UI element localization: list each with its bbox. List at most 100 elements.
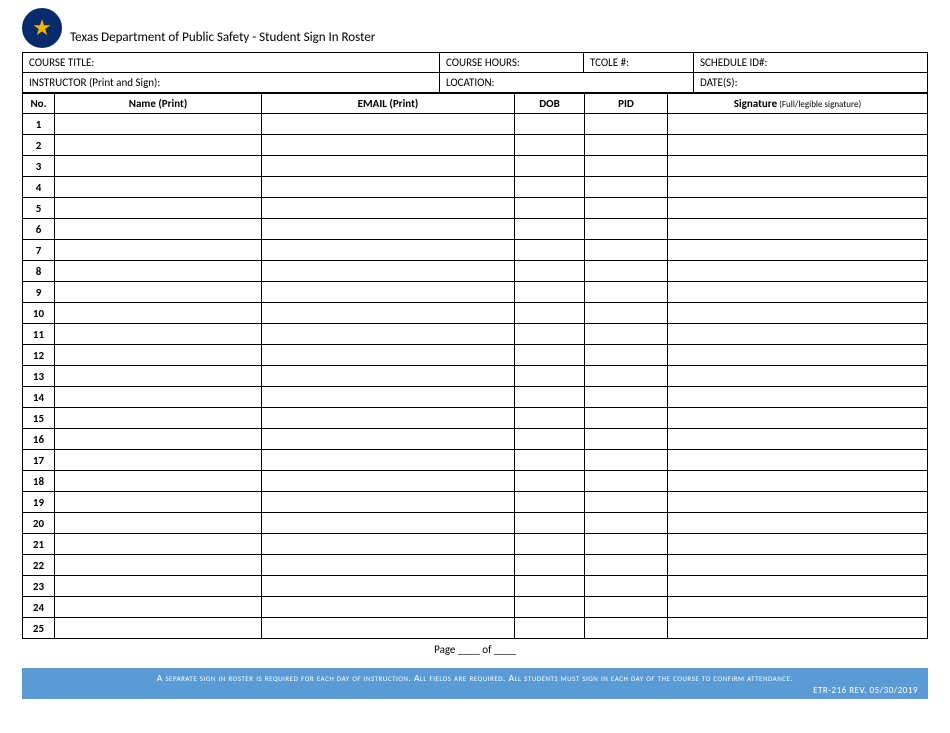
table-cell bbox=[585, 345, 668, 366]
table-cell bbox=[55, 177, 262, 198]
table-cell bbox=[55, 597, 262, 618]
table-cell bbox=[668, 597, 928, 618]
table-cell bbox=[515, 555, 585, 576]
table-cell bbox=[668, 429, 928, 450]
table-cell bbox=[262, 261, 515, 282]
signature-hint: (Full/legible signature) bbox=[777, 99, 861, 110]
table-row: 19 bbox=[23, 492, 928, 513]
location-field: LOCATION: bbox=[440, 73, 694, 93]
table-cell bbox=[585, 408, 668, 429]
table-cell bbox=[585, 555, 668, 576]
row-number: 2 bbox=[23, 135, 55, 156]
table-row: 21 bbox=[23, 534, 928, 555]
table-cell bbox=[55, 324, 262, 345]
table-cell bbox=[262, 303, 515, 324]
table-cell bbox=[55, 261, 262, 282]
table-cell bbox=[262, 492, 515, 513]
row-number: 21 bbox=[23, 534, 55, 555]
footer-notice-text: A separate sign in roster is required fo… bbox=[157, 672, 794, 684]
table-cell bbox=[585, 303, 668, 324]
table-cell bbox=[55, 429, 262, 450]
table-cell bbox=[55, 114, 262, 135]
table-cell bbox=[668, 156, 928, 177]
table-cell bbox=[668, 366, 928, 387]
table-cell bbox=[585, 387, 668, 408]
table-cell bbox=[515, 345, 585, 366]
footer-notice-bar: A separate sign in roster is required fo… bbox=[22, 668, 928, 699]
table-cell bbox=[262, 114, 515, 135]
row-number: 1 bbox=[23, 114, 55, 135]
table-row: 15 bbox=[23, 408, 928, 429]
table-cell bbox=[668, 513, 928, 534]
table-cell bbox=[585, 282, 668, 303]
table-cell bbox=[515, 219, 585, 240]
table-cell bbox=[585, 261, 668, 282]
table-row: 14 bbox=[23, 387, 928, 408]
table-cell bbox=[585, 429, 668, 450]
dates-field: DATE(S): bbox=[694, 73, 928, 93]
table-cell bbox=[55, 387, 262, 408]
table-cell bbox=[585, 114, 668, 135]
table-cell bbox=[585, 450, 668, 471]
row-number: 15 bbox=[23, 408, 55, 429]
table-cell bbox=[585, 513, 668, 534]
table-cell bbox=[585, 219, 668, 240]
table-cell bbox=[262, 219, 515, 240]
table-cell bbox=[262, 135, 515, 156]
table-row: 13 bbox=[23, 366, 928, 387]
table-cell bbox=[585, 156, 668, 177]
table-cell bbox=[668, 387, 928, 408]
table-cell bbox=[515, 198, 585, 219]
table-row: 5 bbox=[23, 198, 928, 219]
row-number: 24 bbox=[23, 597, 55, 618]
table-row: 25 bbox=[23, 618, 928, 639]
row-number: 19 bbox=[23, 492, 55, 513]
table-cell bbox=[668, 555, 928, 576]
table-cell bbox=[262, 450, 515, 471]
col-header-name: Name (Print) bbox=[55, 94, 262, 114]
row-number: 8 bbox=[23, 261, 55, 282]
table-cell bbox=[585, 597, 668, 618]
table-cell bbox=[515, 513, 585, 534]
table-cell bbox=[55, 534, 262, 555]
col-header-signature: Signature (Full/legible signature) bbox=[668, 94, 928, 114]
table-cell bbox=[55, 366, 262, 387]
table-row: 24 bbox=[23, 597, 928, 618]
table-cell bbox=[262, 366, 515, 387]
table-cell bbox=[515, 429, 585, 450]
col-header-no: No. bbox=[23, 94, 55, 114]
table-cell bbox=[55, 135, 262, 156]
table-cell bbox=[515, 492, 585, 513]
table-cell bbox=[668, 261, 928, 282]
table-cell bbox=[262, 618, 515, 639]
table-cell bbox=[515, 471, 585, 492]
table-cell bbox=[262, 240, 515, 261]
table-cell bbox=[55, 240, 262, 261]
row-number: 17 bbox=[23, 450, 55, 471]
table-cell bbox=[515, 324, 585, 345]
table-cell bbox=[585, 534, 668, 555]
col-header-dob: DOB bbox=[515, 94, 585, 114]
tcole-field: TCOLE #: bbox=[584, 53, 694, 73]
row-number: 3 bbox=[23, 156, 55, 177]
table-row: 18 bbox=[23, 471, 928, 492]
footer-revision: ETR-216 REV. 05/30/2019 bbox=[32, 685, 918, 696]
table-cell bbox=[585, 471, 668, 492]
table-cell bbox=[585, 240, 668, 261]
table-cell bbox=[262, 429, 515, 450]
roster-header-row: No. Name (Print) EMAIL (Print) DOB PID S… bbox=[23, 94, 928, 114]
table-cell bbox=[668, 576, 928, 597]
table-cell bbox=[668, 114, 928, 135]
table-row: 10 bbox=[23, 303, 928, 324]
table-cell bbox=[585, 618, 668, 639]
table-cell bbox=[515, 618, 585, 639]
schedule-id-field: SCHEDULE ID#: bbox=[694, 53, 928, 73]
row-number: 16 bbox=[23, 429, 55, 450]
table-cell bbox=[55, 408, 262, 429]
course-hours-field: COURSE HOURS: bbox=[440, 53, 584, 73]
table-cell bbox=[262, 177, 515, 198]
table-row: 7 bbox=[23, 240, 928, 261]
table-cell bbox=[668, 198, 928, 219]
table-cell bbox=[585, 492, 668, 513]
table-cell bbox=[515, 366, 585, 387]
